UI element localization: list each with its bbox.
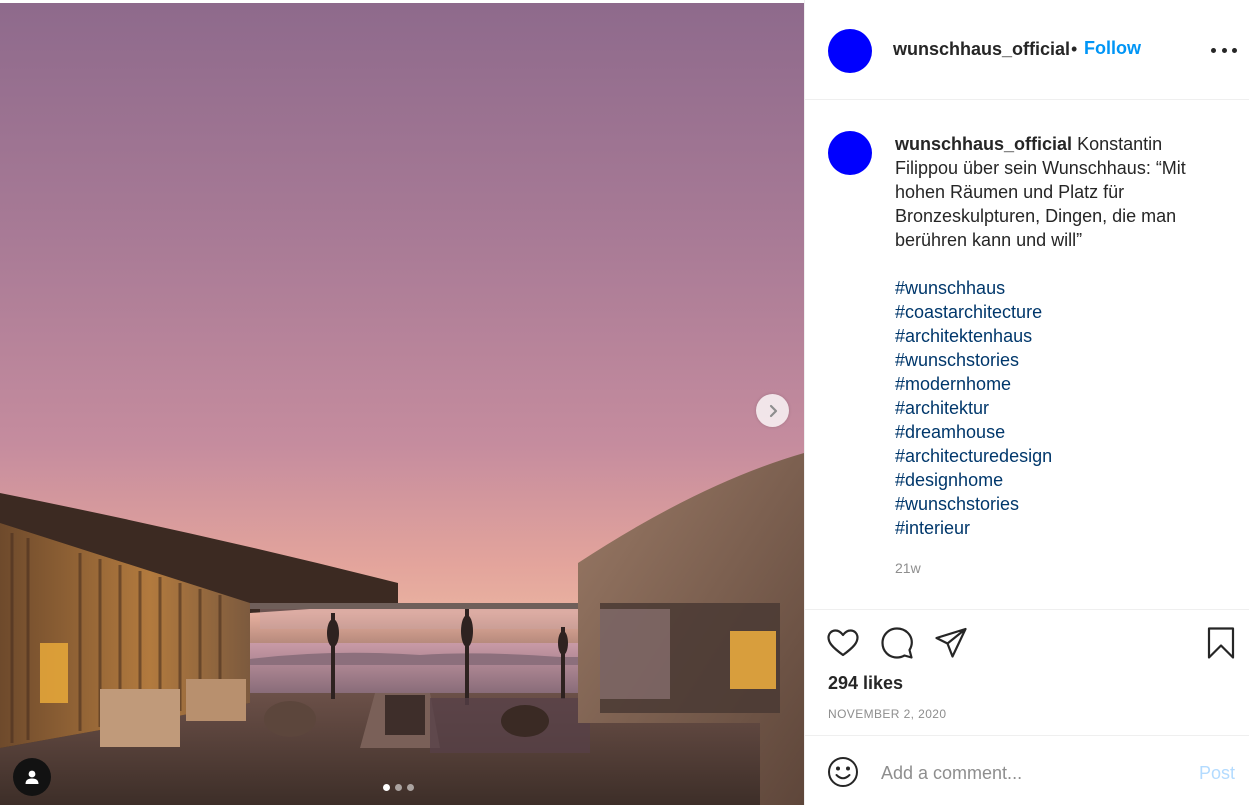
hashtag-link[interactable]: #dreamhouse [895, 420, 1225, 444]
chevron-right-icon [769, 404, 777, 417]
comment-form: Post [805, 736, 1249, 805]
carousel-dot [383, 784, 390, 791]
post-header: wunschhaus_official • Follow [805, 0, 1249, 100]
follow-button[interactable]: Follow [1084, 38, 1141, 59]
header-separator: • [1071, 39, 1078, 59]
hashtag-link[interactable]: #wunschstories [895, 492, 1225, 516]
hashtag-link[interactable]: #modernhome [895, 372, 1225, 396]
post-image[interactable] [0, 3, 804, 805]
hashtag-link[interactable]: #wunschstories [895, 348, 1225, 372]
comment-icon[interactable] [880, 626, 914, 660]
carousel-dot [407, 784, 414, 791]
hashtag-link[interactable]: #architektenhaus [895, 324, 1225, 348]
next-slide-button[interactable] [756, 394, 789, 427]
header-username[interactable]: wunschhaus_official [893, 39, 1070, 60]
user-icon [25, 770, 39, 784]
more-horizontal-icon [1211, 47, 1216, 53]
heart-icon[interactable] [826, 626, 860, 660]
hashtag-link[interactable]: #architektur [895, 396, 1225, 420]
caption-text: wunschhaus_official Konstantin Filippou … [895, 132, 1225, 252]
smiley-icon[interactable] [827, 756, 859, 788]
hashtag-link[interactable]: #designhome [895, 468, 1225, 492]
more-horizontal-icon [1221, 47, 1227, 53]
hashtag-link[interactable]: #interieur [895, 516, 1225, 540]
avatar[interactable] [828, 29, 872, 73]
carousel-dot [395, 784, 402, 791]
caption-section: wunschhaus_official Konstantin Filippou … [805, 100, 1249, 610]
more-horizontal-icon [1232, 47, 1237, 53]
tagged-users-button[interactable] [13, 758, 51, 796]
post-age[interactable]: 21w [895, 560, 921, 576]
house-sunset-photo [0, 453, 804, 805]
paper-plane-icon[interactable] [934, 626, 968, 660]
more-options-button[interactable] [1211, 40, 1237, 60]
bookmark-icon[interactable] [1205, 626, 1237, 660]
post-sidebar: wunschhaus_official • Follow wunschhaus_… [804, 0, 1249, 805]
post-comment-button[interactable]: Post [1199, 763, 1235, 784]
hashtag-link[interactable]: #architecturedesign [895, 444, 1225, 468]
caption-username[interactable]: wunschhaus_official [895, 134, 1072, 154]
avatar[interactable] [828, 131, 872, 175]
like-count[interactable]: 294 likes [828, 673, 903, 694]
action-bar: 294 likes NOVEMBER 2, 2020 [805, 610, 1249, 736]
hashtag-link[interactable]: #wunschhaus [895, 276, 1225, 300]
post-date: NOVEMBER 2, 2020 [828, 707, 947, 721]
carousel-indicator [383, 784, 414, 791]
comment-input[interactable] [881, 760, 1181, 786]
hashtag-link[interactable]: #coastarchitecture [895, 300, 1225, 324]
hashtag-list: #wunschhaus #coastarchitecture #architek… [895, 276, 1225, 540]
